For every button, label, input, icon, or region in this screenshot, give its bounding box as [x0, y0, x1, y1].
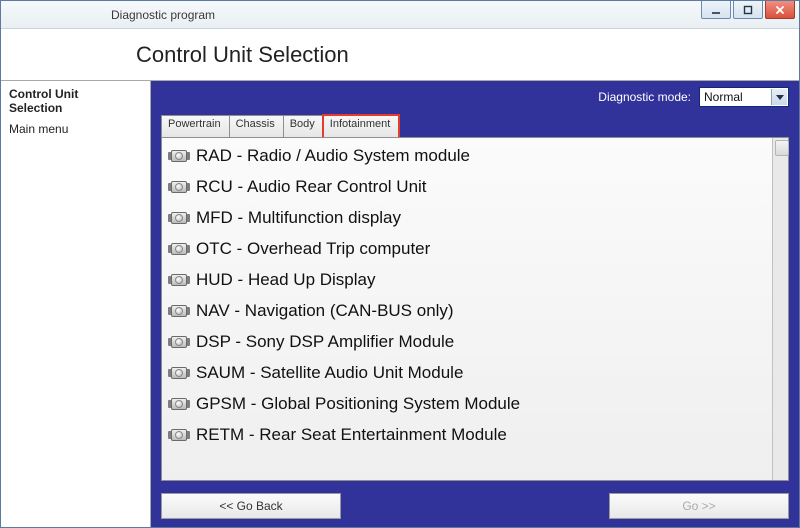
ecu-module-icon — [168, 179, 190, 195]
tab-label: Chassis — [236, 118, 275, 130]
module-list-frame: RAD - Radio / Audio System module RCU - A… — [161, 137, 789, 481]
diagnostic-mode-select[interactable]: Normal — [699, 87, 789, 107]
list-item-label: MFD - Multifunction display — [196, 208, 401, 228]
go-back-button[interactable]: << Go Back — [161, 493, 341, 519]
maximize-icon — [742, 4, 754, 16]
tab-infotainment[interactable]: Infotainment — [324, 115, 400, 137]
footer-buttons: << Go Back Go >> — [151, 487, 799, 527]
client-area: Control Unit Selection Main menu Diagnos… — [1, 81, 799, 527]
ecu-module-icon — [168, 303, 190, 319]
ecu-module-icon — [168, 272, 190, 288]
titlebar-icon-placeholder — [1, 1, 111, 28]
app-window: Diagnostic program Control Unit Selectio… — [0, 0, 800, 528]
close-icon — [774, 4, 786, 16]
module-card: Powertrain Chassis Body Infotainment RAD… — [161, 115, 789, 481]
vertical-scrollbar[interactable] — [772, 138, 788, 480]
list-item[interactable]: HUD - Head Up Display — [162, 264, 772, 295]
ecu-module-icon — [168, 148, 190, 164]
titlebar: Diagnostic program — [1, 1, 799, 29]
list-item[interactable]: MFD - Multifunction display — [162, 202, 772, 233]
list-item[interactable]: OTC - Overhead Trip computer — [162, 233, 772, 264]
window-title: Diagnostic program — [111, 8, 215, 22]
diagnostic-mode-label: Diagnostic mode: — [598, 90, 691, 104]
list-item-label: DSP - Sony DSP Amplifier Module — [196, 332, 454, 352]
go-forward-label: Go >> — [682, 499, 715, 513]
ecu-module-icon — [168, 365, 190, 381]
minimize-button[interactable] — [701, 1, 731, 19]
list-item[interactable]: SAUM - Satellite Audio Unit Module — [162, 357, 772, 388]
tabstrip: Powertrain Chassis Body Infotainment — [161, 115, 789, 137]
page-title: Control Unit Selection — [136, 42, 349, 68]
list-item-label: GPSM - Global Positioning System Module — [196, 394, 520, 414]
list-item-label: RCU - Audio Rear Control Unit — [196, 177, 427, 197]
page-header: Control Unit Selection — [1, 29, 799, 81]
tab-powertrain[interactable]: Powertrain — [161, 115, 230, 137]
diagnostic-mode-row: Diagnostic mode: Normal — [151, 81, 799, 115]
main-panel: Diagnostic mode: Normal Powertrain Chass… — [151, 81, 799, 527]
tab-label: Infotainment — [330, 118, 391, 130]
chevron-down-icon — [771, 89, 787, 105]
ecu-module-icon — [168, 427, 190, 443]
ecu-module-icon — [168, 396, 190, 412]
list-item[interactable]: NAV - Navigation (CAN-BUS only) — [162, 295, 772, 326]
list-item-label: NAV - Navigation (CAN-BUS only) — [196, 301, 454, 321]
list-item-label: RETM - Rear Seat Entertainment Module — [196, 425, 507, 445]
breadcrumb-current-l2: Selection — [9, 101, 142, 115]
list-item[interactable]: RCU - Audio Rear Control Unit — [162, 171, 772, 202]
tab-label: Powertrain — [168, 118, 221, 130]
close-button[interactable] — [765, 1, 795, 19]
maximize-button[interactable] — [733, 1, 763, 19]
list-item-label: RAD - Radio / Audio System module — [196, 146, 470, 166]
ecu-module-icon — [168, 334, 190, 350]
go-forward-button[interactable]: Go >> — [609, 493, 789, 519]
minimize-icon — [710, 4, 722, 16]
breadcrumb-current-l1: Control Unit — [9, 87, 142, 101]
list-item[interactable]: RAD - Radio / Audio System module — [162, 140, 772, 171]
go-back-label: << Go Back — [219, 499, 282, 513]
tab-body[interactable]: Body — [284, 115, 324, 137]
module-list: RAD - Radio / Audio System module RCU - A… — [162, 138, 772, 480]
breadcrumb-main-menu[interactable]: Main menu — [9, 122, 142, 136]
breadcrumb-sidebar: Control Unit Selection Main menu — [1, 81, 151, 527]
ecu-module-icon — [168, 210, 190, 226]
list-item[interactable]: DSP - Sony DSP Amplifier Module — [162, 326, 772, 357]
diagnostic-mode-value: Normal — [704, 90, 743, 104]
list-item-label: HUD - Head Up Display — [196, 270, 376, 290]
list-item[interactable]: GPSM - Global Positioning System Module — [162, 388, 772, 419]
list-item-label: OTC - Overhead Trip computer — [196, 239, 430, 259]
tab-label: Body — [290, 118, 315, 130]
window-buttons — [699, 1, 795, 19]
ecu-module-icon — [168, 241, 190, 257]
tab-chassis[interactable]: Chassis — [230, 115, 284, 137]
list-item[interactable]: RETM - Rear Seat Entertainment Module — [162, 419, 772, 450]
list-item-label: SAUM - Satellite Audio Unit Module — [196, 363, 463, 383]
